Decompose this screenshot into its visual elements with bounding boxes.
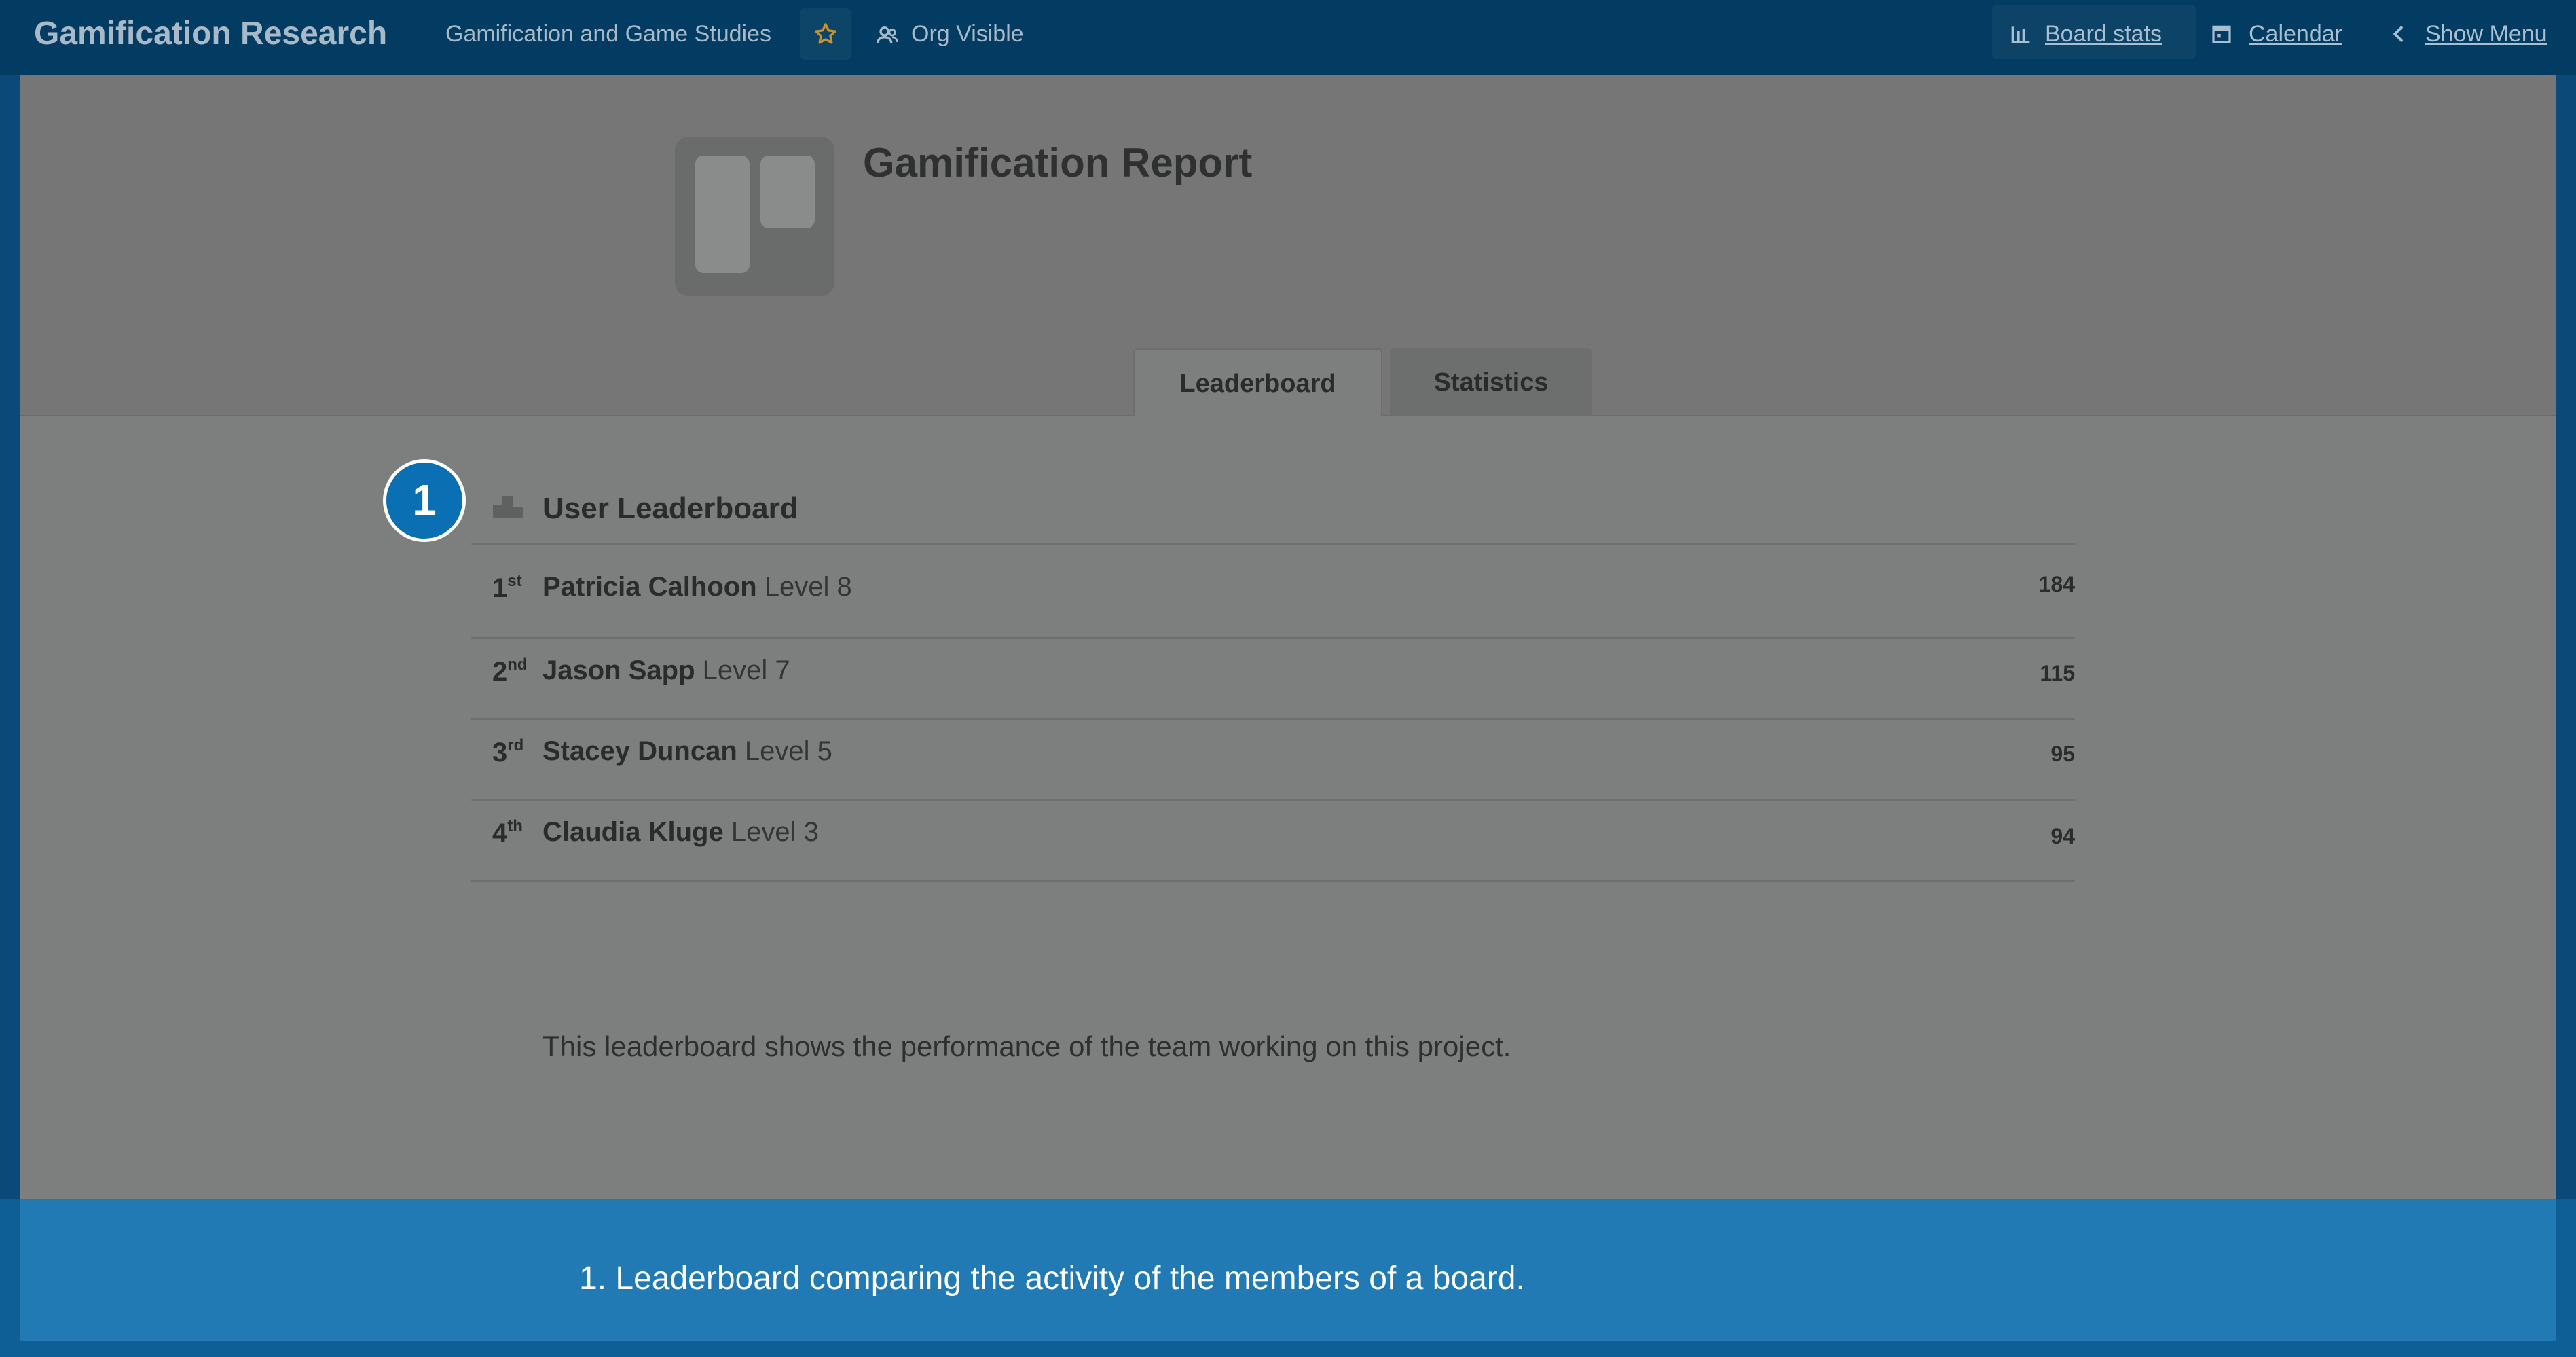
leaderboard-row: 4th Claudia Kluge Level 3 94 [471,801,2075,882]
rank: 2nd [492,655,528,687]
caption-panel: 1. Leaderboard comparing the activity of… [20,1199,2556,1341]
callout-badge: 1 [383,459,466,542]
board-title[interactable]: Gamification Research [34,15,387,52]
board-content: Gamification Report Leaderboard Statisti… [20,75,2556,1357]
show-menu-link[interactable]: Show Menu [2390,21,2547,48]
caption-text: 1. Leaderboard comparing the activity of… [579,1261,1525,1297]
rank: 4th [492,817,523,848]
star-button[interactable] [800,8,851,60]
podium-icon [493,496,523,518]
calendar-link[interactable]: Calendar [2211,21,2342,48]
board-header: Gamification Research Gamification and G… [0,0,2576,75]
caption-bar: 1. Leaderboard comparing the activity of… [0,1199,2576,1357]
star-icon [815,23,836,44]
leaderboard-description: This leaderboard shows the performance o… [542,1030,1511,1062]
divider [471,880,2075,882]
visibility-button[interactable]: Org Visible [876,21,1024,48]
member-name[interactable]: Patricia Calhoon Level 8 [542,572,852,602]
leaderboard-row: 1st Patricia Calhoon Level 8 184 [471,545,2075,626]
bar-chart-icon [2011,26,2030,43]
rank: 3rd [492,736,524,767]
report-title: Gamification Report [863,140,1253,185]
leaderboard-row: 2nd Jason Sapp Level 7 115 [471,639,2075,720]
tab-statistics[interactable]: Statistics [1390,348,1592,416]
member-name[interactable]: Claudia Kluge Level 3 [542,817,819,848]
org-visible-icon [877,26,898,43]
board-stats-link[interactable]: Board stats [2010,21,2162,48]
visibility-label: Org Visible [911,21,1024,47]
calendar-label: Calendar [2249,21,2342,47]
rank: 1st [492,572,522,603]
leaderboard-row: 3rd Stacey Duncan Level 5 95 [471,720,2075,801]
calendar-icon [2212,25,2231,43]
score: 95 [2050,742,2075,766]
chevron-left-icon [2393,26,2404,42]
screenshot-frame: Gamification Research Gamification and G… [0,0,2576,1357]
tab-leaderboard[interactable]: Leaderboard [1133,348,1382,416]
member-name[interactable]: Stacey Duncan Level 5 [542,736,832,767]
score: 115 [2040,661,2075,685]
leaderboard-title: User Leaderboard [542,492,798,525]
score: 184 [2038,572,2075,596]
member-name[interactable]: Jason Sapp Level 7 [542,655,790,686]
score: 94 [2050,824,2075,848]
org-name-link[interactable]: Gamification and Game Studies [445,21,771,48]
board-logo-icon [675,137,834,296]
board-stats-label: Board stats [2045,21,2162,47]
show-menu-label: Show Menu [2425,21,2547,47]
